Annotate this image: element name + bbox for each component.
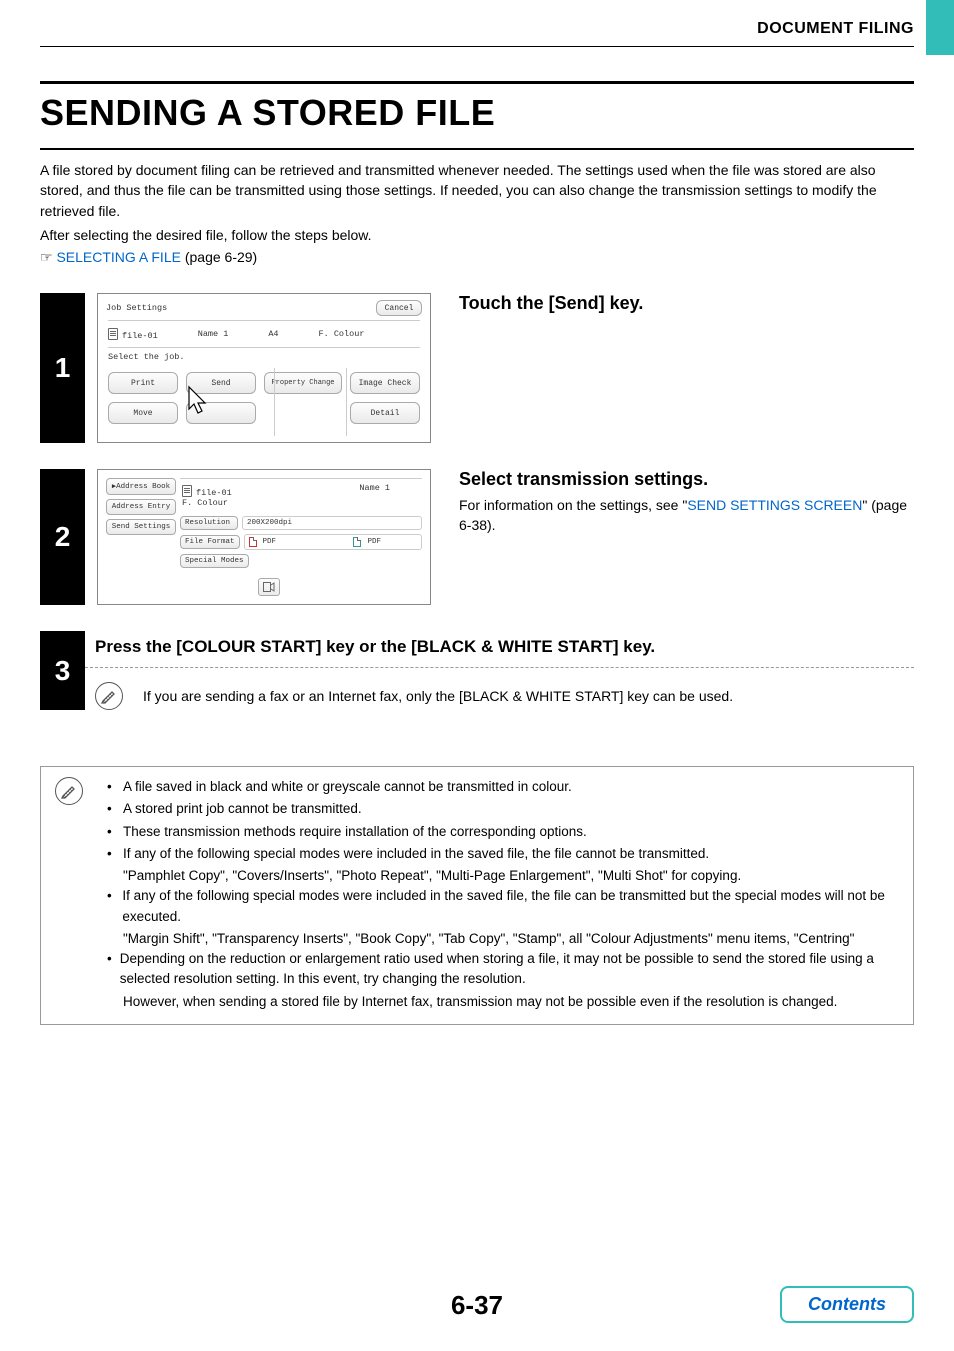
note-bullet-3: These transmission methods require insta… <box>123 822 587 842</box>
dashed-rule <box>85 667 914 668</box>
note-bullet-1: A file saved in black and white or greys… <box>123 777 572 797</box>
note-bullet-4-sub: "Pamphlet Copy", "Covers/Inserts", "Phot… <box>107 866 899 886</box>
file-icon <box>108 328 118 340</box>
step-2-screenshot: ▶Address Book Address Entry Send Setting… <box>97 469 431 605</box>
move-button[interactable]: Move <box>108 402 178 424</box>
screen-instruction: Select the job. <box>104 350 424 368</box>
resolution-button[interactable]: Resolution <box>180 516 238 530</box>
special-modes-button[interactable]: Special Modes <box>180 554 249 568</box>
rule <box>40 46 914 47</box>
step-1-number: 1 <box>40 293 85 443</box>
page-title: SENDING A STORED FILE <box>40 92 914 134</box>
note-bullet-6-sub: However, when sending a stored file by I… <box>107 992 899 1012</box>
pointer-icon: ☞ <box>40 251 53 266</box>
send-button[interactable]: Send <box>186 372 256 394</box>
screen-title: Job Settings <box>106 303 167 313</box>
step-1-title: Touch the [Send] key. <box>459 293 914 314</box>
intro-paragraph-1: A file stored by document filing can be … <box>40 160 914 221</box>
image-check-button[interactable]: Image Check <box>350 372 420 394</box>
pdf-icon <box>353 537 361 547</box>
step-1-screenshot: Job Settings Cancel file-01 Name 1 A4 F.… <box>97 293 431 443</box>
pdf-icon <box>249 537 257 547</box>
s2-file: file-01 <box>196 488 232 498</box>
property-change-button[interactable]: Property Change <box>264 372 341 394</box>
print-button[interactable]: Print <box>108 372 178 394</box>
section-header: DOCUMENT FILING <box>40 20 914 38</box>
note-bullet-6: Depending on the reduction or enlargemen… <box>120 949 899 990</box>
step-2-number: 2 <box>40 469 85 605</box>
xref-link[interactable]: SELECTING A FILE <box>56 249 181 265</box>
title-rule-bottom <box>40 148 914 150</box>
s2-name: Name 1 <box>359 483 390 498</box>
note-bullet-4: If any of the following special modes we… <box>123 844 709 864</box>
contents-button[interactable]: Contents <box>780 1286 914 1323</box>
step-2: 2 ▶Address Book Address Entry Send Setti… <box>40 469 914 605</box>
file-size: A4 <box>268 329 278 339</box>
note-bullet-5-sub: "Margin Shift", "Transparency Inserts", … <box>107 929 899 949</box>
preview-icon-button[interactable] <box>258 578 280 596</box>
step-3: 3 Press the [COLOUR START] key or the [B… <box>40 631 914 710</box>
send-settings-tab[interactable]: Send Settings <box>106 519 176 535</box>
note-bullet-5: If any of the following special modes we… <box>122 886 899 927</box>
file-name: file-01 <box>122 331 158 341</box>
step-3-number: 3 <box>40 631 85 710</box>
send-settings-link[interactable]: SEND SETTINGS SCREEN <box>687 497 862 513</box>
s2-colour: F. Colour <box>180 498 422 516</box>
file-username: Name 1 <box>198 329 229 339</box>
step-1: 1 Job Settings Cancel file-01 Name 1 A4 … <box>40 293 914 443</box>
file-format-value: PDF PDF <box>244 534 422 550</box>
detail-button[interactable]: Detail <box>350 402 420 424</box>
intro-paragraph-2: After selecting the desired file, follow… <box>40 225 914 245</box>
delete-button[interactable] <box>186 402 256 424</box>
step-2-title: Select transmission settings. <box>459 469 914 490</box>
step-3-title: Press the [COLOUR START] key or the [BLA… <box>95 637 655 657</box>
step-2-text: For information on the settings, see "SE… <box>459 496 914 535</box>
file-icon <box>182 485 192 497</box>
notes-box: •A file saved in black and white or grey… <box>40 766 914 1025</box>
cross-reference: ☞ SELECTING A FILE (page 6-29) <box>40 249 914 267</box>
section-tab <box>926 0 954 55</box>
address-book-tab[interactable]: ▶Address Book <box>106 478 176 495</box>
page-number: 6-37 <box>451 1290 503 1320</box>
xref-suffix: (page 6-29) <box>181 249 257 265</box>
note-bullet-2: A stored print job cannot be transmitted… <box>123 799 362 819</box>
file-format-button[interactable]: File Format <box>180 535 240 549</box>
note-icon <box>55 777 83 805</box>
cancel-button[interactable]: Cancel <box>376 300 422 316</box>
note-icon <box>95 682 123 710</box>
title-rule-top <box>40 81 914 84</box>
address-entry-tab[interactable]: Address Entry <box>106 499 176 515</box>
resolution-value: 200X200dpi <box>242 516 422 530</box>
file-colour: F. Colour <box>319 329 365 339</box>
step-3-note: If you are sending a fax or an Internet … <box>143 688 733 704</box>
